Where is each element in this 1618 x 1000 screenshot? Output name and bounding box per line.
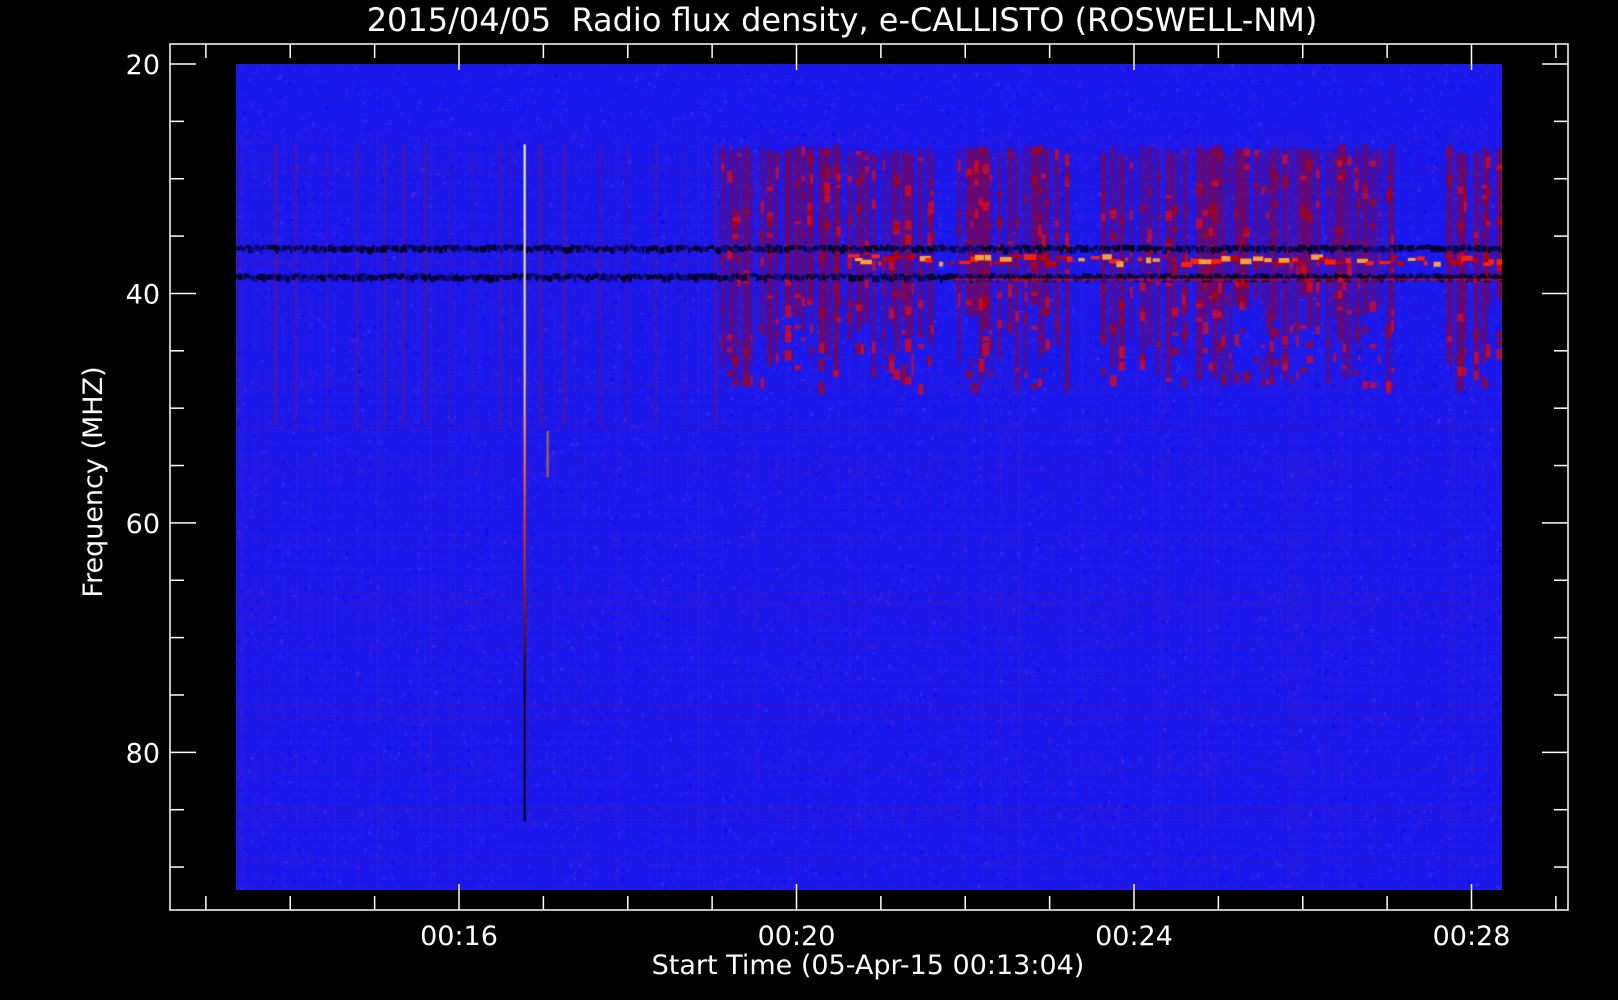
y-tick-label-40: 40 [126, 279, 160, 310]
spectrogram-chart: 2015/04/05 Radio flux density, e-CALLIST… [0, 0, 1618, 1000]
x-tick-label-00:16: 00:16 [420, 921, 498, 952]
x-tick-label-00:20: 00:20 [758, 921, 836, 952]
y-axis-label: Frequency (MHZ) [78, 366, 109, 597]
y-tick-label-60: 60 [126, 509, 160, 540]
x-axis-label: Start Time (05-Apr-15 00:13:04) [652, 950, 1085, 981]
heatmap [236, 64, 1502, 890]
y-tick-label-80: 80 [126, 738, 160, 769]
y-tick-label-20: 20 [126, 50, 160, 81]
x-tick-label-00:28: 00:28 [1433, 921, 1511, 952]
chart-title: 2015/04/05 Radio flux density, e-CALLIST… [367, 1, 1318, 39]
x-tick-label-00:24: 00:24 [1095, 921, 1173, 952]
